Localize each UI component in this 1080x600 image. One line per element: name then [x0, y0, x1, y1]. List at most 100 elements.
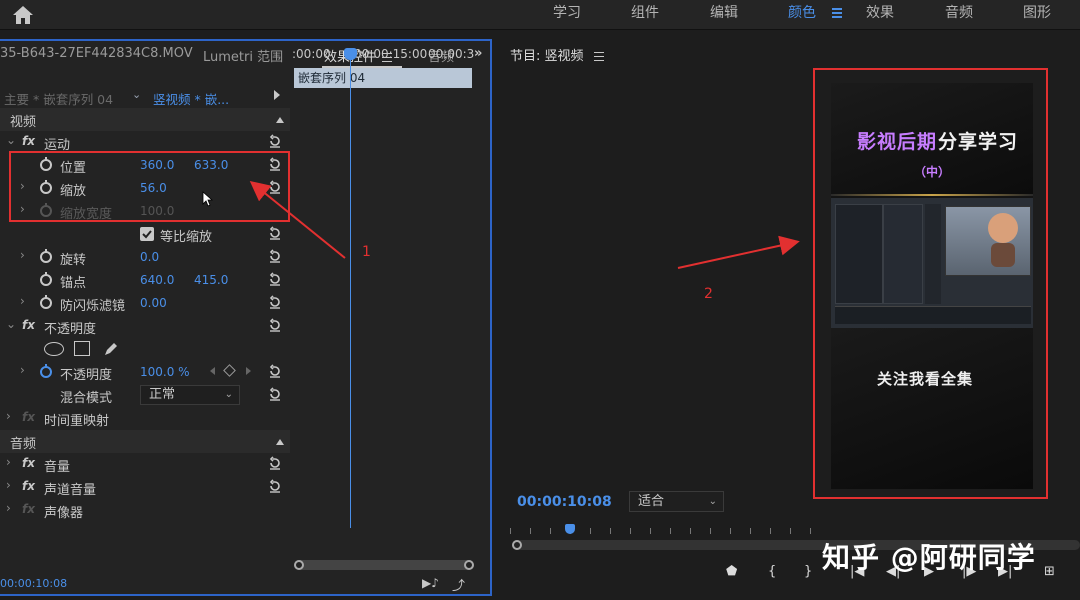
- stopwatch-icon[interactable]: [40, 249, 52, 263]
- reset-icon[interactable]: [268, 249, 282, 263]
- panel-menu-icon[interactable]: [593, 52, 604, 61]
- workspace-editing[interactable]: 编辑: [710, 0, 738, 30]
- reset-icon[interactable]: [268, 318, 282, 332]
- scroll-start-handle[interactable]: [294, 560, 304, 570]
- chevron-right-icon[interactable]: ›: [6, 455, 11, 469]
- fx-icon[interactable]: fx: [22, 479, 35, 493]
- reset-icon[interactable]: [268, 272, 282, 286]
- add-marker-icon[interactable]: ⬟: [726, 564, 737, 579]
- volume-row[interactable]: › fx 音量: [0, 453, 290, 476]
- pen-mask-icon[interactable]: [102, 340, 120, 358]
- anchor-x-value[interactable]: 640.0: [140, 273, 174, 287]
- uniform-scale-checkbox[interactable]: [140, 227, 154, 241]
- highlight-box-preview: [813, 68, 1048, 499]
- reset-icon[interactable]: [268, 295, 282, 309]
- ruler-tick-label: 00:00:3: [428, 47, 475, 61]
- flicker-value[interactable]: 0.00: [140, 296, 167, 310]
- chevron-right-icon[interactable]: ›: [20, 248, 25, 262]
- property-label: 防闪烁滤镜: [60, 299, 126, 314]
- workspace-color[interactable]: 颜色: [788, 0, 816, 30]
- channel-volume-row[interactable]: › fx 声道音量: [0, 476, 290, 499]
- fx-icon[interactable]: fx: [22, 318, 35, 332]
- chevron-down-icon[interactable]: ⌄: [132, 88, 141, 101]
- tab-source[interactable]: 35-B643-27EF442834C8.MOV: [0, 46, 193, 61]
- chevron-down-icon[interactable]: ⌄: [6, 317, 16, 331]
- chevron-right-icon[interactable]: ›: [20, 363, 25, 377]
- fx-icon[interactable]: fx: [22, 410, 35, 424]
- fx-icon[interactable]: fx: [22, 502, 35, 516]
- fx-icon[interactable]: fx: [22, 456, 35, 470]
- flicker-row: › 防闪烁滤镜 0.00: [0, 292, 290, 315]
- mark-in-icon[interactable]: {: [768, 564, 776, 579]
- reset-icon[interactable]: [268, 479, 282, 493]
- workspace-assembly[interactable]: 组件: [631, 0, 659, 30]
- chevron-down-icon[interactable]: ⌄: [6, 133, 16, 147]
- scroll-start-handle[interactable]: [512, 540, 522, 550]
- home-icon[interactable]: [12, 5, 34, 25]
- reset-icon[interactable]: [268, 226, 282, 240]
- tab-lumetri-scopes[interactable]: Lumetri 范围: [203, 46, 283, 65]
- workspace-graphics[interactable]: 图形: [1023, 0, 1051, 30]
- master-clip-label[interactable]: 主要 * 嵌套序列 04: [4, 89, 113, 108]
- effect-timeline-scrollbar[interactable]: [294, 560, 474, 570]
- section-label: 音频: [10, 437, 37, 452]
- workspace-menu-icon[interactable]: [832, 8, 842, 18]
- play-triangle-icon[interactable]: [274, 90, 280, 100]
- playhead-line: [350, 58, 351, 528]
- chevron-right-icon[interactable]: ›: [6, 501, 11, 515]
- ruler-tick: [790, 528, 791, 534]
- stopwatch-icon[interactable]: [40, 272, 52, 286]
- filter-audio-icon[interactable]: ▶♪: [422, 576, 439, 590]
- export-frame-icon[interactable]: ⤴: [452, 575, 465, 594]
- stopwatch-icon[interactable]: [40, 295, 52, 309]
- workspace-effects[interactable]: 效果: [866, 0, 894, 30]
- opacity-effect-row[interactable]: ⌄ fx 不透明度: [0, 315, 290, 338]
- collapse-up-icon[interactable]: [276, 117, 284, 123]
- fx-icon[interactable]: fx: [22, 134, 35, 148]
- reset-icon[interactable]: [268, 456, 282, 470]
- button-editor-icon[interactable]: ⊞: [1044, 564, 1055, 579]
- scroll-end-handle[interactable]: [464, 560, 474, 570]
- mark-out-icon[interactable]: }: [804, 564, 812, 579]
- time-remap-row[interactable]: › fx 时间重映射: [0, 407, 290, 430]
- add-keyframe-icon[interactable]: [223, 364, 236, 377]
- program-time-ruler[interactable]: [510, 524, 1080, 536]
- reset-icon[interactable]: [268, 387, 282, 401]
- ruler-tick: [510, 528, 511, 534]
- effect-controls-timecode[interactable]: 00:00:10:08: [0, 577, 67, 590]
- chevron-right-icon[interactable]: ›: [20, 294, 25, 308]
- ruler-tick: [810, 528, 811, 534]
- workspace-learn[interactable]: 学习: [553, 0, 581, 30]
- rotation-value[interactable]: 0.0: [140, 250, 159, 264]
- blend-mode-dropdown[interactable]: 正常 ⌄: [140, 385, 240, 405]
- program-playhead-handle[interactable]: [565, 524, 575, 534]
- prev-keyframe-icon[interactable]: [210, 367, 215, 375]
- ruler-tick: [770, 528, 771, 534]
- reset-icon[interactable]: [268, 364, 282, 378]
- chevron-right-icon[interactable]: ›: [6, 478, 11, 492]
- playhead-handle[interactable]: [344, 48, 357, 60]
- rectangle-mask-icon[interactable]: [74, 341, 90, 356]
- effect-timeline-ruler[interactable]: :00:00 00:00:15:00 00:00:3: [292, 45, 474, 65]
- sequence-clip-label[interactable]: 竖视频 * 嵌...: [153, 89, 229, 108]
- more-tabs-icon[interactable]: »: [474, 46, 482, 61]
- ruler-tick: [750, 528, 751, 534]
- anchor-y-value[interactable]: 415.0: [194, 273, 228, 287]
- program-timecode[interactable]: 00:00:10:08: [517, 494, 612, 510]
- video-section-header[interactable]: 视频: [0, 108, 290, 131]
- stopwatch-icon[interactable]: [40, 364, 52, 378]
- nested-sequence-clip[interactable]: 嵌套序列 04: [294, 68, 472, 88]
- collapse-up-icon[interactable]: [276, 439, 284, 445]
- ellipse-mask-icon[interactable]: [44, 342, 64, 356]
- workspace-audio[interactable]: 音频: [945, 0, 973, 30]
- highlight-box-motion-properties: [9, 151, 290, 222]
- opacity-value[interactable]: 100.0 %: [140, 365, 190, 379]
- panner-row[interactable]: › fx 声像器: [0, 499, 290, 522]
- reset-icon[interactable]: [268, 134, 282, 148]
- property-label: 旋转: [60, 253, 87, 268]
- next-keyframe-icon[interactable]: [246, 367, 251, 375]
- chevron-right-icon[interactable]: ›: [6, 409, 11, 423]
- ruler-tick: [590, 528, 591, 534]
- audio-section-header[interactable]: 音频: [0, 430, 290, 453]
- zoom-fit-dropdown[interactable]: 适合 ⌄: [629, 491, 724, 512]
